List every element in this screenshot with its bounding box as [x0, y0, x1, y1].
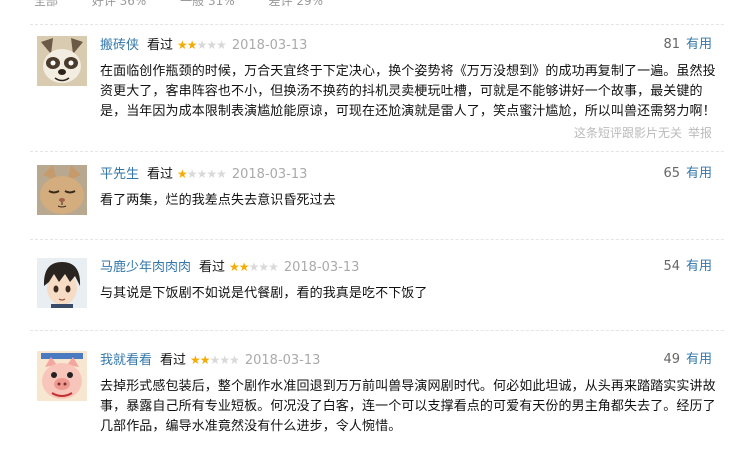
username-link[interactable]: 搬砖侠: [100, 38, 139, 53]
star-empty-icon: ★: [206, 38, 217, 52]
useful-button[interactable]: 有用: [686, 259, 712, 274]
vote-count: 49: [663, 352, 680, 367]
filter-negative[interactable]: 差评 29%: [269, 0, 324, 8]
filter-positive[interactable]: 好评 36%: [92, 0, 147, 8]
useful-button[interactable]: 有用: [686, 352, 712, 367]
vote-area: 54 有用: [663, 258, 712, 276]
star-empty-icon: ★: [196, 38, 208, 52]
username-link[interactable]: 马鹿少年肉肉肉: [100, 260, 191, 275]
comment-info: 平先生 看过 ★★★★★ 2018-03-13: [100, 165, 307, 183]
username-link[interactable]: 我就看看: [100, 353, 152, 368]
rating-filter-bar: 全部 好评 36% 一般 31% 差评 29%: [34, 0, 353, 8]
watch-status: 看过: [147, 38, 174, 53]
star-filled-icon: ★: [229, 260, 240, 274]
star-empty-icon: ★: [219, 353, 230, 367]
star-empty-icon: ★: [268, 260, 279, 274]
star-filled-icon: ★: [199, 353, 211, 367]
comment-info: 我就看看 看过 ★★★★★ 2018-03-13: [100, 351, 320, 369]
star-filled-icon: ★: [177, 38, 188, 52]
comment-date: 2018-03-13: [244, 353, 321, 368]
watch-status: 看过: [160, 353, 187, 368]
comment-text: 看了两集，烂的我差点失去意识昏死过去: [100, 193, 336, 208]
vote-area: 65 有用: [663, 165, 712, 183]
filter-all[interactable]: 全部: [34, 0, 58, 8]
star-empty-icon: ★: [186, 167, 198, 181]
star-filled-icon: ★: [190, 353, 201, 367]
vote-area: 49 有用: [663, 351, 712, 369]
watch-status: 看过: [199, 260, 226, 275]
filter-neutral[interactable]: 一般 31%: [180, 0, 235, 8]
irrelevant-note: 这条短评跟影片无关: [573, 126, 682, 140]
useful-button[interactable]: 有用: [686, 37, 712, 52]
comment-date: 2018-03-13: [231, 167, 308, 182]
vote-count: 81: [663, 37, 680, 52]
star-empty-icon: ★: [248, 260, 260, 274]
cartoon-pig-avatar[interactable]: [37, 351, 87, 401]
vote-count: 65: [663, 166, 680, 181]
comment-footnote: 这条短评跟影片无关 举报: [574, 124, 712, 141]
star-filled-icon: ★: [238, 260, 250, 274]
star-empty-icon: ★: [196, 167, 208, 181]
star-empty-icon: ★: [216, 38, 227, 52]
divider: [30, 330, 724, 331]
watch-status: 看过: [147, 167, 174, 182]
star-filled-icon: ★: [186, 38, 198, 52]
star-empty-icon: ★: [209, 353, 221, 367]
comment-text: 在面临创作瓶颈的时候，万合天宜终于下定决心，换个姿势将《万万没想到》的成功再复制…: [100, 64, 716, 119]
rating-stars: ★★★★★: [229, 258, 279, 276]
vote-count: 54: [663, 259, 680, 274]
comment-info: 马鹿少年肉肉肉 看过 ★★★★★ 2018-03-13: [100, 258, 359, 276]
cat-avatar[interactable]: [37, 165, 87, 215]
divider: [30, 24, 724, 25]
anime-boy-avatar[interactable]: [37, 258, 87, 308]
star-empty-icon: ★: [258, 260, 269, 274]
rating-stars: ★★★★★: [177, 165, 227, 183]
rating-stars: ★★★★★: [177, 36, 227, 54]
divider: [30, 239, 724, 240]
report-link[interactable]: 举报: [688, 126, 712, 140]
raccoon-dog-avatar[interactable]: [37, 36, 87, 86]
comment-date: 2018-03-13: [283, 260, 360, 275]
rating-stars: ★★★★★: [190, 351, 240, 369]
divider: [30, 151, 724, 152]
username-link[interactable]: 平先生: [100, 167, 139, 182]
star-filled-icon: ★: [177, 167, 188, 181]
comment-info: 搬砖侠 看过 ★★★★★ 2018-03-13: [100, 36, 307, 54]
star-empty-icon: ★: [206, 167, 217, 181]
comment-text: 去掉形式感包装后，整个剧作水准回退到万万前叫兽导演网剧时代。何必如此坦诚，从头再…: [100, 379, 716, 434]
star-empty-icon: ★: [229, 353, 240, 367]
useful-button[interactable]: 有用: [686, 166, 712, 181]
star-empty-icon: ★: [216, 167, 227, 181]
comment-date: 2018-03-13: [231, 38, 308, 53]
comment-text: 与其说是下饭剧不如说是代餐剧，看的我真是吃不下饭了: [100, 286, 428, 301]
vote-area: 81 有用: [663, 36, 712, 54]
